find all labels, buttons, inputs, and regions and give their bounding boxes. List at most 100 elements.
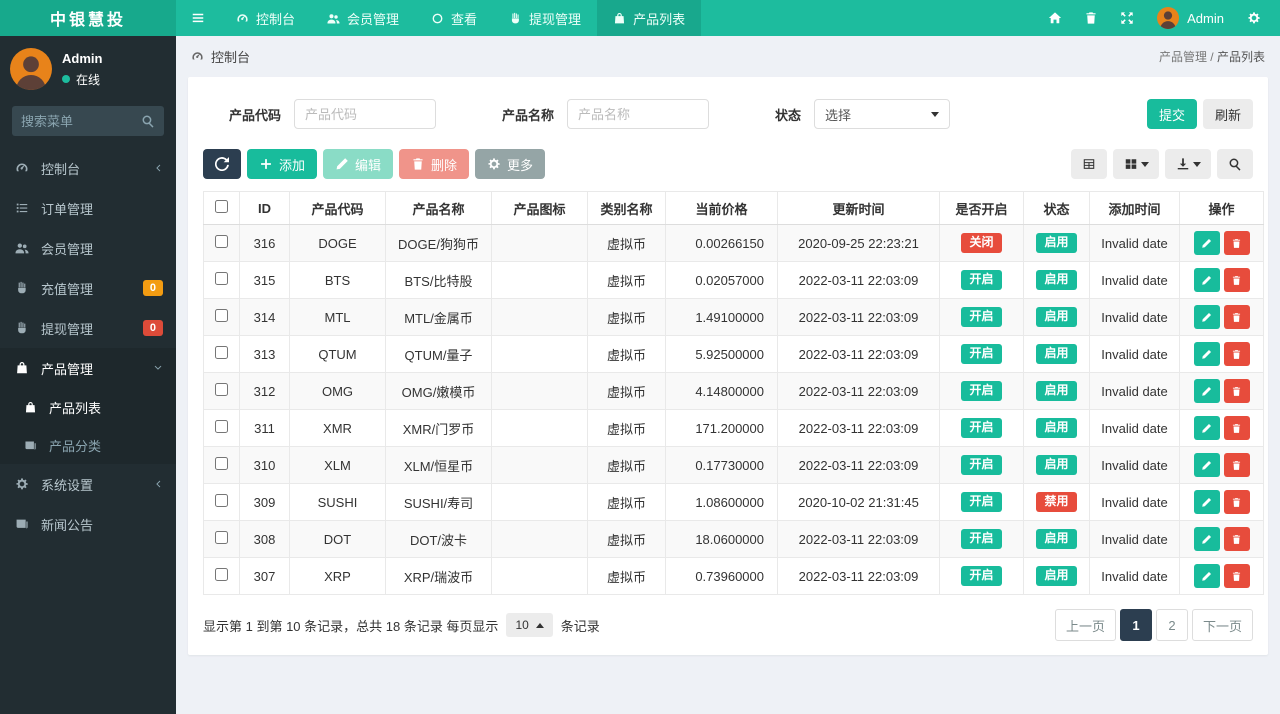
row-edit-button[interactable] xyxy=(1193,231,1220,255)
sidebar-item-settings[interactable]: 系统设置 xyxy=(0,464,176,504)
toggle-view-button[interactable] xyxy=(1071,149,1107,179)
page-button-1[interactable]: 1 xyxy=(1119,609,1152,641)
status-badge[interactable]: 启用 xyxy=(1036,455,1077,475)
row-edit-button[interactable] xyxy=(1193,305,1220,329)
row-edit-button[interactable] xyxy=(1193,379,1220,403)
row-checkbox[interactable] xyxy=(215,346,228,359)
row-delete-button[interactable] xyxy=(1223,379,1250,403)
row-checkbox[interactable] xyxy=(215,568,228,581)
open-state-badge[interactable]: 开启 xyxy=(961,381,1002,401)
status-badge[interactable]: 启用 xyxy=(1036,566,1077,586)
row-delete-button[interactable] xyxy=(1223,231,1250,255)
product-code-input[interactable] xyxy=(294,99,437,129)
page-button-2[interactable]: 2 xyxy=(1155,609,1188,641)
cell-name: XRP/瑞波币 xyxy=(385,557,492,595)
export-button[interactable] xyxy=(1165,149,1211,179)
row-edit-button[interactable] xyxy=(1193,268,1220,292)
sidebar-item-withdraw[interactable]: 提现管理 0 xyxy=(0,308,176,348)
menu-search-input[interactable] xyxy=(21,113,141,129)
more-button[interactable]: 更多 xyxy=(475,149,546,179)
row-edit-button[interactable] xyxy=(1193,527,1220,551)
row-checkbox[interactable] xyxy=(215,457,228,470)
status-select[interactable]: 选择 xyxy=(814,99,951,129)
row-edit-button[interactable] xyxy=(1193,453,1220,477)
cell-added: Invalid date xyxy=(1089,261,1180,299)
page-size-select[interactable]: 10 xyxy=(506,613,553,637)
nav-item-withdraw[interactable]: 提现管理 xyxy=(493,0,597,36)
sidebar-item-orders[interactable]: 订单管理 xyxy=(0,188,176,228)
row-checkbox[interactable] xyxy=(215,272,228,285)
row-delete-button[interactable] xyxy=(1223,268,1250,292)
row-delete-button[interactable] xyxy=(1223,416,1250,440)
open-state-badge[interactable]: 开启 xyxy=(961,307,1002,327)
table-refresh-button[interactable] xyxy=(203,149,241,179)
status-badge[interactable]: 启用 xyxy=(1036,233,1077,253)
clear-cache-button[interactable] xyxy=(1073,0,1109,36)
open-state-badge[interactable]: 开启 xyxy=(961,566,1002,586)
product-name-input[interactable] xyxy=(567,99,710,129)
select-all-checkbox[interactable] xyxy=(215,200,228,213)
row-delete-button[interactable] xyxy=(1223,564,1250,588)
row-delete-button[interactable] xyxy=(1223,342,1250,366)
open-state-badge[interactable]: 开启 xyxy=(961,418,1002,438)
status-badge[interactable]: 启用 xyxy=(1036,529,1077,549)
row-checkbox[interactable] xyxy=(215,383,228,396)
open-state-badge[interactable]: 开启 xyxy=(961,455,1002,475)
row-checkbox[interactable] xyxy=(215,494,228,507)
brand-logo[interactable]: 中银慧投 xyxy=(0,0,176,36)
edit-button[interactable]: 编辑 xyxy=(323,149,394,179)
sidebar-item-recharge[interactable]: 充值管理 0 xyxy=(0,268,176,308)
search-icon[interactable] xyxy=(141,114,155,128)
row-delete-button[interactable] xyxy=(1223,490,1250,514)
row-checkbox[interactable] xyxy=(215,309,228,322)
status-badge[interactable]: 禁用 xyxy=(1036,492,1077,512)
sidebar-item-members[interactable]: 会员管理 xyxy=(0,228,176,268)
status-badge[interactable]: 启用 xyxy=(1036,344,1077,364)
open-state-badge[interactable]: 开启 xyxy=(961,270,1002,290)
settings-button[interactable] xyxy=(1236,0,1272,36)
row-edit-button[interactable] xyxy=(1193,564,1220,588)
open-state-badge[interactable]: 关闭 xyxy=(961,233,1002,253)
row-checkbox[interactable] xyxy=(215,420,228,433)
refresh-button[interactable]: 刷新 xyxy=(1202,99,1253,129)
row-delete-button[interactable] xyxy=(1223,453,1250,477)
sidebar-item-news[interactable]: 新闻公告 xyxy=(0,504,176,544)
sidebar-item-product-category[interactable]: 产品分类 xyxy=(0,426,176,464)
sidebar-item-dashboard[interactable]: 控制台 xyxy=(0,148,176,188)
nav-item-members[interactable]: 会员管理 xyxy=(311,0,415,36)
bag-icon xyxy=(613,12,626,25)
user-menu[interactable]: Admin xyxy=(1145,7,1236,29)
row-edit-button[interactable] xyxy=(1193,490,1220,514)
nav-item-view[interactable]: 查看 xyxy=(415,0,493,36)
home-button[interactable] xyxy=(1037,0,1073,36)
delete-button[interactable]: 删除 xyxy=(399,149,470,179)
fullscreen-button[interactable] xyxy=(1109,0,1145,36)
status-badge[interactable]: 启用 xyxy=(1036,270,1077,290)
prev-page-button[interactable]: 上一页 xyxy=(1054,609,1116,641)
columns-button[interactable] xyxy=(1113,149,1159,179)
row-checkbox[interactable] xyxy=(215,235,228,248)
open-state-badge[interactable]: 开启 xyxy=(961,492,1002,512)
nav-item-product-list[interactable]: 产品列表 xyxy=(597,0,702,36)
row-delete-button[interactable] xyxy=(1223,305,1250,329)
row-delete-button[interactable] xyxy=(1223,527,1250,551)
add-button[interactable]: 添加 xyxy=(247,149,318,179)
column-header-0: ID xyxy=(239,191,290,225)
next-page-button[interactable]: 下一页 xyxy=(1191,609,1253,641)
sidebar-toggle-button[interactable] xyxy=(176,0,220,36)
sidebar-item-products[interactable]: 产品管理 xyxy=(0,348,176,388)
open-state-badge[interactable]: 开启 xyxy=(961,529,1002,549)
dashboard-icon xyxy=(191,50,204,63)
table-search-button[interactable] xyxy=(1217,149,1253,179)
nav-item-dashboard[interactable]: 控制台 xyxy=(220,0,311,36)
row-checkbox[interactable] xyxy=(215,531,228,544)
status-badge[interactable]: 启用 xyxy=(1036,381,1077,401)
row-edit-button[interactable] xyxy=(1193,416,1220,440)
row-edit-button[interactable] xyxy=(1193,342,1220,366)
status-badge[interactable]: 启用 xyxy=(1036,307,1077,327)
breadcrumb-parent[interactable]: 产品管理 xyxy=(1159,50,1207,64)
status-badge[interactable]: 启用 xyxy=(1036,418,1077,438)
sidebar-item-product-list[interactable]: 产品列表 xyxy=(0,388,176,426)
submit-button[interactable]: 提交 xyxy=(1146,99,1197,129)
open-state-badge[interactable]: 开启 xyxy=(961,344,1002,364)
